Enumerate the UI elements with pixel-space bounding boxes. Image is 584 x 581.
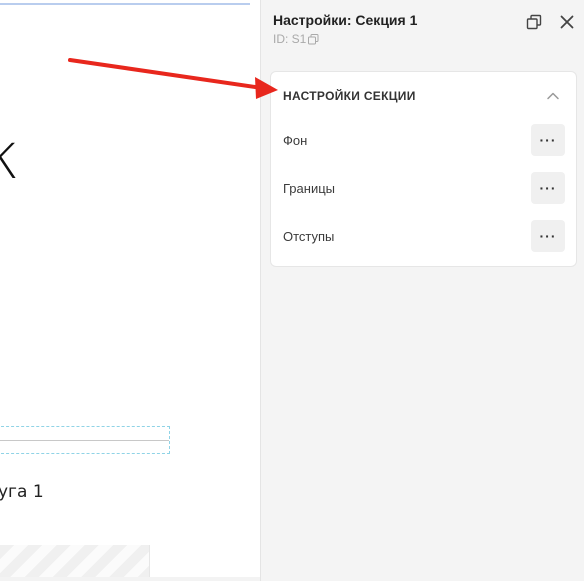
panel-id: ID: S1 [273,32,319,46]
service-title-fragment: уга 1 [0,482,44,502]
section-settings-title: НАСТРОЙКИ СЕКЦИИ [283,89,416,103]
divider-line [0,440,169,441]
panel-id-label: ID: S1 [273,32,307,46]
detach-window-icon[interactable] [524,12,544,32]
more-options-button-padding[interactable]: ··· [531,220,565,252]
setting-label-background: Фон [283,133,308,148]
canvas-bottom-edge [0,577,260,581]
placeholder-image-striped [0,545,150,581]
section-settings-header[interactable]: НАСТРОЙКИ СЕКЦИИ [271,72,576,118]
setting-row-background: Фон ··· [271,124,576,156]
close-icon[interactable] [557,12,577,32]
canvas-top-border [0,3,250,5]
page-canvas[interactable]: К уга 1 [0,0,260,581]
chevron-up-icon[interactable] [546,89,560,103]
selected-block-outline[interactable] [0,426,170,454]
copy-icon[interactable] [308,33,319,45]
setting-row-padding: Отступы ··· [271,220,576,252]
section-settings-card: НАСТРОЙКИ СЕКЦИИ Фон ··· Границы ··· Отс… [270,71,577,267]
canvas-heading-fragment: К [0,134,19,190]
setting-label-padding: Отступы [283,229,335,244]
setting-label-borders: Границы [283,181,335,196]
panel-header: Настройки: Секция 1 ID: S1 [261,0,584,56]
setting-row-borders: Границы ··· [271,172,576,204]
panel-title: Настройки: Секция 1 [273,12,418,28]
more-options-button-background[interactable]: ··· [531,124,565,156]
settings-panel: Настройки: Секция 1 ID: S1 НАСТРОЙКИ СЕК… [260,0,584,581]
more-options-button-borders[interactable]: ··· [531,172,565,204]
